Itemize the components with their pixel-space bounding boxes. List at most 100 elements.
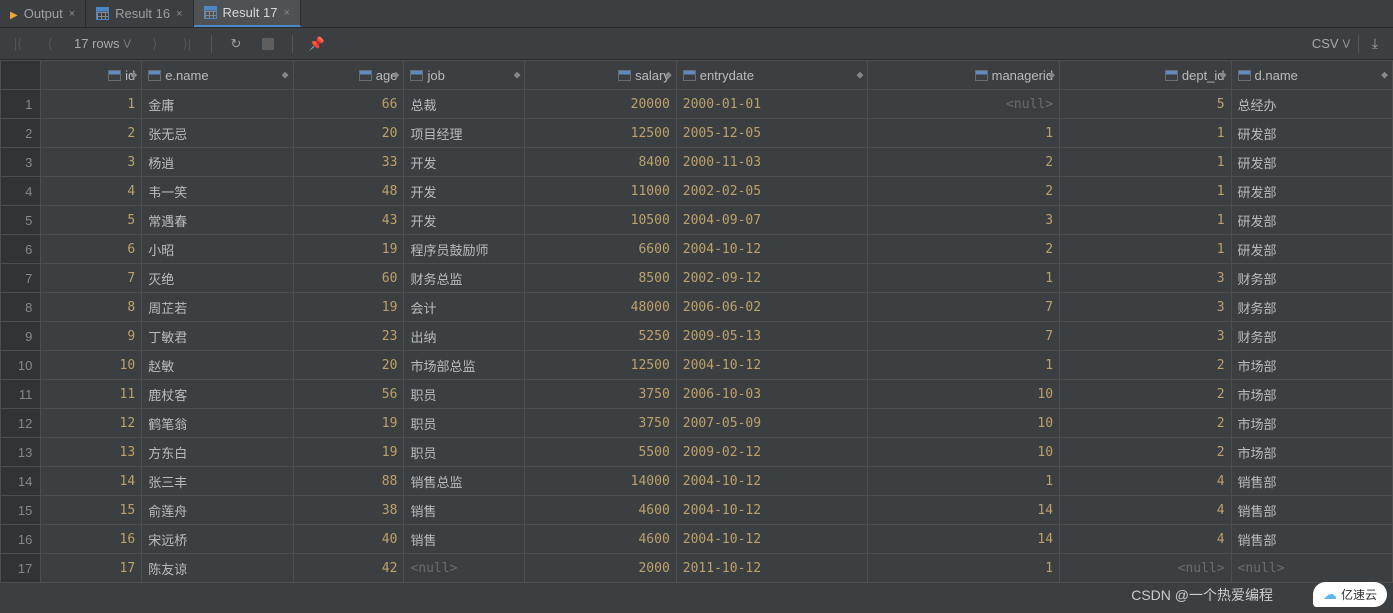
cell[interactable]: 会计 [404,293,525,322]
column-header-deptid[interactable]: dept_id◆ [1060,61,1231,90]
cell[interactable]: 12 [41,409,142,438]
column-header-dname[interactable]: d.name◆ [1231,61,1392,90]
cell[interactable]: 4 [41,177,142,206]
cell[interactable]: 市场部 [1231,409,1392,438]
cell[interactable]: 总经办 [1231,90,1392,119]
sort-icon[interactable]: ◆ [665,70,672,81]
cell[interactable]: 8500 [525,264,676,293]
table-row[interactable]: 55常遇春43开发105002004-09-0731研发部 [1,206,1393,235]
cell[interactable]: 市场部总监 [404,351,525,380]
column-header-managerid[interactable]: managerid◆ [868,61,1060,90]
cell[interactable]: 1 [1060,119,1231,148]
cell[interactable]: 4600 [525,525,676,554]
cell[interactable]: 财务部 [1231,293,1392,322]
tab-result-17[interactable]: Result 17 × [194,0,301,27]
table-row[interactable]: 22张无忌20项目经理125002005-12-0511研发部 [1,119,1393,148]
cell[interactable]: 1 [868,467,1060,496]
cell[interactable]: 19 [293,293,404,322]
table-row[interactable]: 1717陈友谅42<null>20002011-10-121<null><nul… [1,554,1393,583]
cell[interactable]: 出纳 [404,322,525,351]
cell[interactable]: 3750 [525,380,676,409]
cell[interactable]: 8400 [525,148,676,177]
cell[interactable]: 2006-06-02 [676,293,868,322]
row-number[interactable]: 7 [1,264,41,293]
cell[interactable]: 2 [1060,380,1231,409]
cell[interactable]: 20 [293,351,404,380]
cell[interactable]: 1 [1060,235,1231,264]
cell[interactable]: 7 [868,322,1060,351]
table-row[interactable]: 1212鹤笔翁19职员37502007-05-09102市场部 [1,409,1393,438]
cell[interactable]: 12500 [525,119,676,148]
cell[interactable]: 财务总监 [404,264,525,293]
cell[interactable]: 研发部 [1231,206,1392,235]
cell[interactable]: 研发部 [1231,119,1392,148]
cell[interactable]: 10500 [525,206,676,235]
row-number[interactable]: 8 [1,293,41,322]
cell[interactable]: 2004-10-12 [676,235,868,264]
pin-button[interactable]: 📌 [309,36,325,52]
cell[interactable]: 66 [293,90,404,119]
prev-page-button[interactable]: ⟨ [42,36,58,52]
cell[interactable]: 10 [868,380,1060,409]
cell[interactable]: 小昭 [142,235,293,264]
cell[interactable]: 研发部 [1231,148,1392,177]
cell[interactable]: 销售总监 [404,467,525,496]
cell[interactable]: 市场部 [1231,438,1392,467]
cell[interactable]: 开发 [404,148,525,177]
cell[interactable]: 2 [41,119,142,148]
tab-output[interactable]: Output × [0,0,86,27]
cell[interactable]: 20 [293,119,404,148]
row-number[interactable]: 9 [1,322,41,351]
cell[interactable]: 俞莲舟 [142,496,293,525]
table-row[interactable]: 1313方东白19职员55002009-02-12102市场部 [1,438,1393,467]
cell[interactable]: 16 [41,525,142,554]
stop-button[interactable] [260,36,276,52]
cell[interactable]: 38 [293,496,404,525]
cell[interactable]: 2004-10-12 [676,525,868,554]
table-row[interactable]: 11金庸66总裁200002000-01-01<null>5总经办 [1,90,1393,119]
cell[interactable]: 9 [41,322,142,351]
row-number[interactable]: 11 [1,380,41,409]
cell[interactable]: 2002-02-05 [676,177,868,206]
cell[interactable]: 4 [1060,525,1231,554]
row-number[interactable]: 4 [1,177,41,206]
cell[interactable]: 40 [293,525,404,554]
cell[interactable]: <null> [1231,554,1392,583]
cell[interactable]: 1 [41,90,142,119]
cell[interactable]: 14 [41,467,142,496]
cell[interactable]: 5 [1060,90,1231,119]
row-number[interactable]: 10 [1,351,41,380]
table-row[interactable]: 44韦一笑48开发110002002-02-0521研发部 [1,177,1393,206]
cell[interactable]: 7 [868,293,1060,322]
cell[interactable]: 2004-10-12 [676,351,868,380]
cell[interactable]: 2000-01-01 [676,90,868,119]
cell[interactable]: 职员 [404,380,525,409]
cell[interactable]: 48000 [525,293,676,322]
table-row[interactable]: 88周芷若19会计480002006-06-0273财务部 [1,293,1393,322]
cell[interactable]: 20000 [525,90,676,119]
column-header-ename[interactable]: e.name◆ [142,61,293,90]
cell[interactable]: 11000 [525,177,676,206]
cell[interactable]: 5250 [525,322,676,351]
cell[interactable]: 2 [1060,351,1231,380]
cell[interactable]: 市场部 [1231,380,1392,409]
cell[interactable]: 赵敏 [142,351,293,380]
cell[interactable]: 43 [293,206,404,235]
cell[interactable]: 2004-09-07 [676,206,868,235]
cell[interactable]: 6 [41,235,142,264]
sort-icon[interactable]: ◆ [1048,70,1055,81]
cell[interactable]: 韦一笑 [142,177,293,206]
cell[interactable]: 5 [41,206,142,235]
table-row[interactable]: 1414张三丰88销售总监140002004-10-1214销售部 [1,467,1393,496]
cell[interactable]: 销售部 [1231,496,1392,525]
cell[interactable]: 常遇春 [142,206,293,235]
row-number[interactable]: 3 [1,148,41,177]
cell[interactable]: 2011-10-12 [676,554,868,583]
cell[interactable]: <null> [404,554,525,583]
cell[interactable]: 2 [1060,409,1231,438]
reload-button[interactable]: ↻ [228,36,244,52]
cell[interactable]: 4 [1060,467,1231,496]
cell[interactable]: 鹿杖客 [142,380,293,409]
first-page-button[interactable]: |⟨ [10,36,26,52]
cell[interactable]: 研发部 [1231,177,1392,206]
